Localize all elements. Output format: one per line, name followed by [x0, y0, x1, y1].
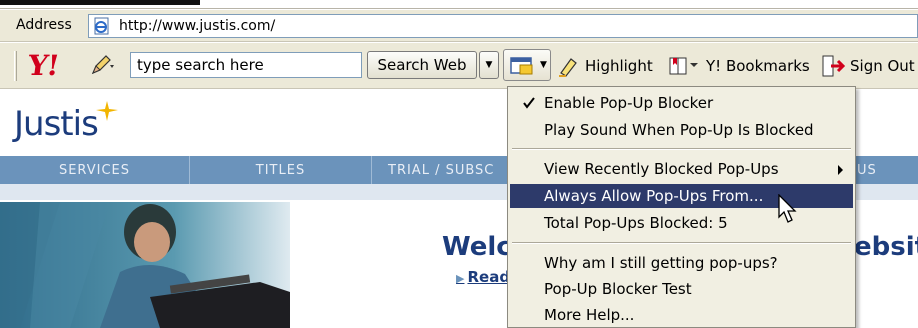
menu-item-label: More Help...	[544, 306, 635, 324]
address-bar: Address http://www.justis.com/	[0, 10, 918, 42]
yahoo-toolbar: Y! Search Web ▼ ▼ Highlight Y! Bookm	[0, 43, 918, 89]
popup-blocker-menu: Enable Pop-Up Blocker Play Sound When Po…	[507, 86, 856, 328]
popup-blocker-button[interactable]: ▼	[503, 49, 551, 81]
chevron-down-icon: ▼	[485, 60, 493, 70]
sign-out-label: Sign Out	[850, 57, 915, 75]
bookmarks-button[interactable]: Y! Bookmarks	[668, 53, 810, 79]
toolbar-grip[interactable]	[14, 51, 17, 81]
nav-item-services[interactable]: SERVICES	[0, 156, 190, 184]
nav-item-label: SERVICES	[58, 162, 131, 178]
search-web-button[interactable]: Search Web	[367, 51, 477, 79]
menu-item-label: Always Allow Pop-Ups From...	[544, 187, 764, 205]
logo-star-icon	[96, 101, 118, 121]
menu-item-why-popups[interactable]: Why am I still getting pop-ups?	[510, 251, 853, 275]
search-input[interactable]	[130, 52, 362, 78]
menu-item-always-allow[interactable]: Always Allow Pop-Ups From...	[510, 184, 853, 208]
welcome-heading-tail: ebsit	[854, 232, 918, 262]
menu-separator	[512, 148, 851, 150]
yahoo-logo[interactable]: Y!	[26, 49, 61, 82]
highlighter-icon	[559, 58, 577, 77]
window-top-strip	[0, 0, 918, 10]
menu-item-play-sound[interactable]: Play Sound When Pop-Up Is Blocked	[510, 118, 853, 142]
menu-item-label: View Recently Blocked Pop-Ups	[544, 160, 779, 178]
read-link-label: Read	[467, 268, 511, 286]
menu-item-label: Why am I still getting pop-ups?	[544, 254, 778, 272]
menu-separator	[512, 242, 851, 244]
search-dropdown-button[interactable]: ▼	[479, 51, 499, 79]
address-field[interactable]: http://www.justis.com/	[88, 14, 918, 38]
ie-page-icon	[94, 17, 109, 35]
top-divider	[0, 8, 918, 9]
menu-item-view-recently-blocked[interactable]: View Recently Blocked Pop-Ups	[510, 157, 853, 181]
mouse-cursor-icon	[778, 194, 797, 223]
popup-blocker-icon	[510, 57, 533, 75]
highlight-button[interactable]: Highlight	[557, 53, 653, 79]
menu-item-enable-popup-blocker[interactable]: Enable Pop-Up Blocker	[510, 91, 853, 115]
bookmarks-icon	[669, 57, 698, 75]
pencil-icon[interactable]	[90, 53, 116, 77]
sign-out-icon	[822, 55, 846, 77]
welcome-heading: Welc	[442, 232, 512, 262]
menu-item-total-blocked[interactable]: Total Pop-Ups Blocked: 5	[510, 211, 853, 235]
menu-item-popup-test[interactable]: Pop-Up Blocker Test	[510, 277, 853, 301]
menu-item-label: Total Pop-Ups Blocked: 5	[544, 214, 728, 232]
top-edge-bar	[0, 0, 200, 5]
chevron-down-icon: ▼	[540, 60, 547, 70]
highlight-label: Highlight	[585, 57, 653, 75]
nav-item-titles[interactable]: TITLES	[190, 156, 372, 184]
search-web-label: Search Web	[377, 56, 467, 74]
menu-item-label: Enable Pop-Up Blocker	[544, 94, 714, 112]
sign-out-button[interactable]: Sign Out	[820, 53, 915, 79]
nav-item-label: TITLES	[255, 162, 306, 178]
bookmarks-label: Y! Bookmarks	[706, 57, 810, 75]
read-more-link[interactable]: ▶ Read	[456, 268, 510, 286]
address-url: http://www.justis.com/	[119, 18, 276, 34]
menu-item-more-help[interactable]: More Help...	[510, 303, 853, 327]
arrow-right-icon: ▶	[456, 272, 465, 285]
menu-item-label: Play Sound When Pop-Up Is Blocked	[544, 121, 814, 139]
nav-item-label: TRIAL / SUBSC	[388, 162, 495, 178]
hero-photo	[0, 202, 290, 328]
submenu-arrow-icon	[838, 165, 843, 175]
checkmark-icon	[523, 97, 535, 109]
justis-logo[interactable]: Justis	[14, 104, 99, 144]
menu-item-label: Pop-Up Blocker Test	[544, 280, 692, 298]
nav-item-label: US	[857, 162, 877, 178]
address-label: Address	[16, 17, 72, 33]
